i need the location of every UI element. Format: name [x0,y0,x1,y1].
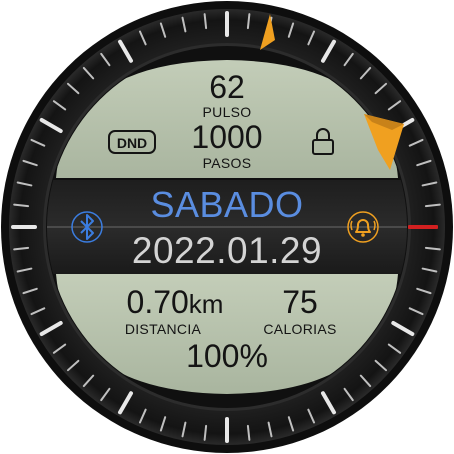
date-band-divider [47,226,407,228]
distance-unit: km [188,289,224,319]
steps-label: PASOS [202,155,252,171]
distance-value: 0.70 [126,284,189,320]
pulse-value: 62 [209,69,245,105]
distance-label: DISTANCIA [124,321,202,337]
distance-readout: 0.70km [110,286,240,318]
battery-percent: 100% [186,338,268,374]
marker-red [408,225,438,229]
pulse-label: PULSO [202,104,252,120]
day-of-week: SABADO [150,184,304,225]
date: 2022.01.29 [131,230,323,271]
steps-value: 1000 [191,119,263,155]
calories-value: 75 [282,284,318,320]
calories-label: CALORIAS [263,321,337,337]
